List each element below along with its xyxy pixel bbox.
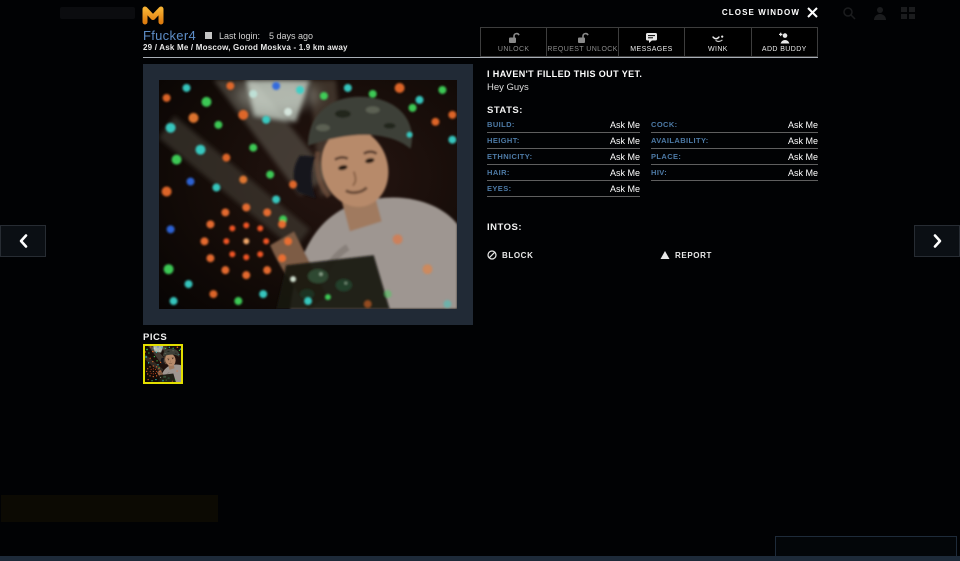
stat-value: Ask Me: [788, 168, 818, 178]
profile-overlay: CLOSE WINDOW Ffucker4 Last login: 5 days…: [0, 0, 960, 561]
photo-thumbnail-image: [145, 346, 181, 382]
messages-icon: [645, 32, 658, 44]
stat-value: Ask Me: [610, 120, 640, 130]
stat-value: Ask Me: [610, 136, 640, 146]
unlock-label: UNLOCK: [498, 46, 530, 53]
stat-row-availability: AVAILABILITY: Ask Me: [651, 133, 818, 149]
stat-value: Ask Me: [610, 184, 640, 194]
stat-row-ethnicity: ETHNICITY: Ask Me: [487, 149, 640, 165]
profile-header: Ffucker4 Last login: 5 days ago: [143, 28, 313, 43]
close-window-button[interactable]: CLOSE WINDOW: [722, 7, 818, 18]
stat-value: Ask Me: [788, 136, 818, 146]
stat-value: Ask Me: [610, 168, 640, 178]
stat-row-hair: HAIR: Ask Me: [487, 165, 640, 181]
chevron-right-icon: [932, 233, 943, 249]
dimmed-background-text: [60, 7, 135, 19]
stat-row-hiv: HIV: Ask Me: [651, 165, 818, 181]
stat-label: AVAILABILITY:: [651, 136, 709, 145]
stats-title: STATS:: [487, 105, 523, 116]
stats-column-right: COCK: Ask Me AVAILABILITY: Ask Me PLACE:…: [651, 117, 818, 181]
block-button[interactable]: BLOCK: [487, 250, 533, 260]
stats-column-left: BUILD: Ask Me HEIGHT: Ask Me ETHNICITY: …: [487, 117, 640, 197]
photo-thumbnail[interactable]: [143, 344, 183, 384]
stat-value: Ask Me: [788, 152, 818, 162]
wink-icon: [711, 32, 725, 44]
intos-title: INTOS:: [487, 222, 522, 233]
stat-row-height: HEIGHT: Ask Me: [487, 133, 640, 149]
profile-photo-frame: [143, 64, 473, 325]
report-label: REPORT: [675, 251, 712, 260]
request-unlock-icon: [576, 32, 589, 44]
unlock-icon: [507, 32, 520, 44]
stat-row-cock: COCK: Ask Me: [651, 117, 818, 133]
stat-row-eyes: EYES: Ask Me: [487, 181, 640, 197]
unlock-button[interactable]: UNLOCK: [481, 28, 546, 56]
messages-button[interactable]: MESSAGES: [618, 28, 684, 56]
photo-badge-icon: [205, 32, 212, 39]
stat-row-place: PLACE: Ask Me: [651, 149, 818, 165]
last-login-value: 5 days ago: [269, 31, 313, 41]
request-unlock-label: REQUEST UNLOCK: [547, 46, 617, 53]
profile-photo: [159, 80, 457, 309]
close-icon: [807, 7, 818, 18]
dimmed-person-icon: [872, 6, 888, 20]
stat-row-build: BUILD: Ask Me: [487, 117, 640, 133]
background-bottom-bar: [0, 556, 960, 561]
stat-label: BUILD:: [487, 120, 515, 129]
dimmed-background-box: [775, 536, 957, 557]
close-window-label: CLOSE WINDOW: [722, 8, 800, 17]
profile-subtitle: 29 / Ask Me / Moscow, Gorod Moskva - 1.9…: [143, 43, 348, 52]
dimmed-background-panel: [1, 495, 218, 522]
stat-label: EYES:: [487, 184, 512, 193]
messages-label: MESSAGES: [630, 46, 673, 53]
last-login-label: Last login:: [219, 31, 260, 41]
pics-title: PICS: [143, 332, 167, 343]
app-logo-m-icon: [141, 4, 165, 26]
chevron-left-icon: [18, 233, 29, 249]
stat-value: Ask Me: [788, 120, 818, 130]
stat-label: ETHNICITY:: [487, 152, 533, 161]
add-buddy-button[interactable]: ADD BUDDY: [751, 28, 817, 56]
block-label: BLOCK: [502, 251, 533, 260]
report-button[interactable]: REPORT: [660, 250, 712, 260]
wink-label: WINK: [708, 46, 728, 53]
about-body: Hey Guys: [487, 82, 529, 93]
stat-value: Ask Me: [610, 152, 640, 162]
report-icon: [660, 250, 670, 260]
header-divider: [143, 57, 818, 58]
stat-label: HAIR:: [487, 168, 510, 177]
stat-label: COCK:: [651, 120, 678, 129]
about-headline: I HAVEN'T FILLED THIS OUT YET.: [487, 69, 642, 79]
stat-label: HEIGHT:: [487, 136, 520, 145]
stat-label: PLACE:: [651, 152, 681, 161]
wink-button[interactable]: WINK: [684, 28, 750, 56]
stat-label: HIV:: [651, 168, 667, 177]
block-icon: [487, 250, 497, 260]
dimmed-grid-icon: [900, 6, 916, 20]
add-buddy-label: ADD BUDDY: [762, 46, 807, 53]
prev-profile-button[interactable]: [0, 225, 46, 257]
dimmed-search-icon: [842, 6, 858, 20]
add-buddy-icon: [778, 32, 791, 44]
action-bar: UNLOCK REQUEST UNLOCK MESSAGES: [480, 27, 818, 57]
username: Ffucker4: [143, 28, 196, 43]
request-unlock-button[interactable]: REQUEST UNLOCK: [546, 28, 617, 56]
next-profile-button[interactable]: [914, 225, 960, 257]
